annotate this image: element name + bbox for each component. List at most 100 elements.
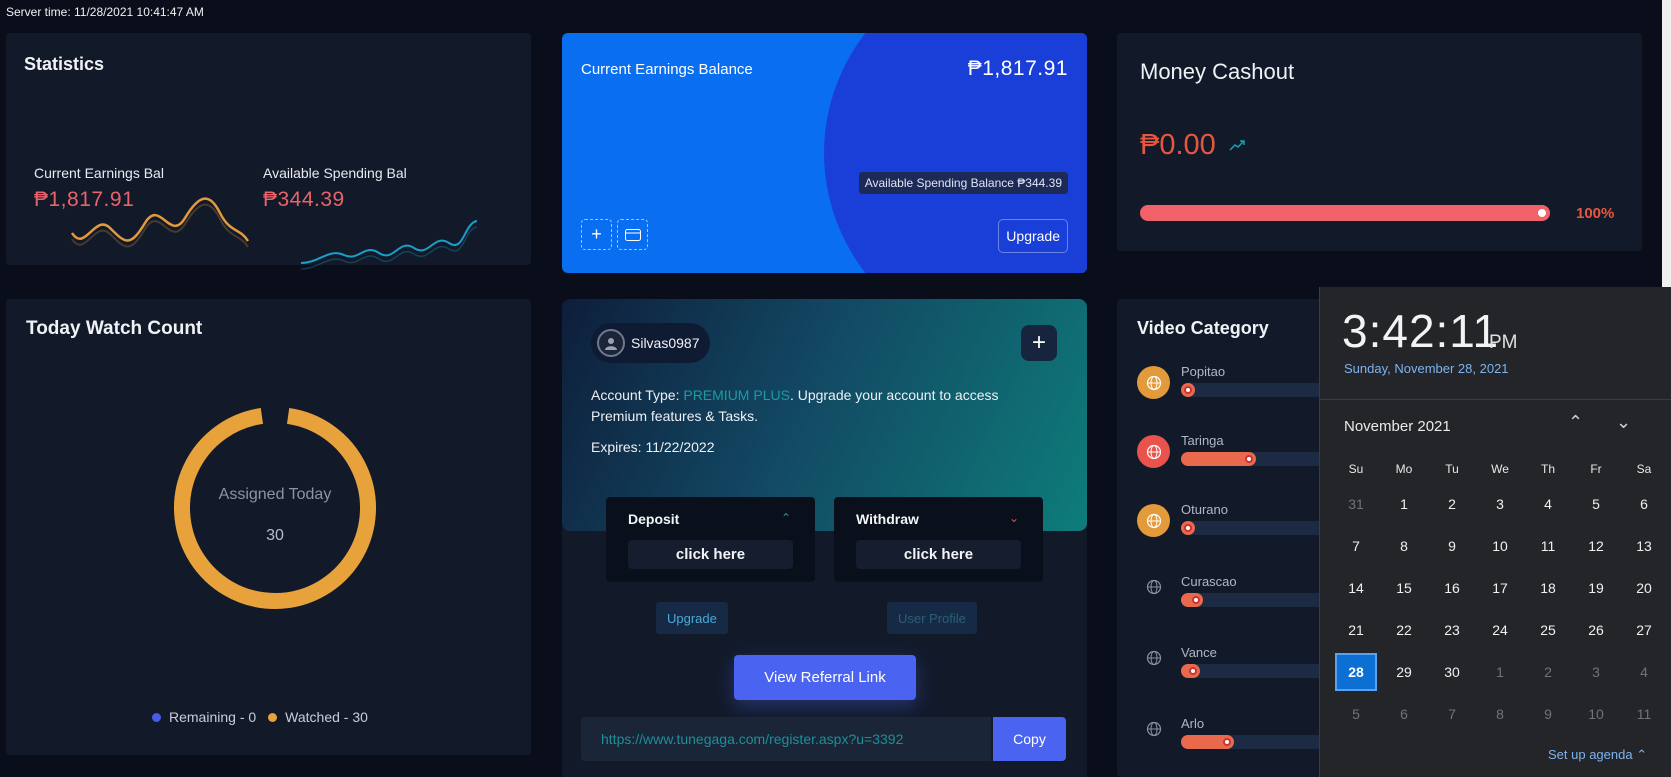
upgrade-button[interactable]: Upgrade: [998, 219, 1068, 253]
calendar-day[interactable]: 2: [1524, 651, 1572, 693]
account-type-prefix: Account Type:: [591, 387, 684, 403]
next-month-button[interactable]: ⌄: [1616, 412, 1631, 433]
video-category-name: Vance: [1181, 645, 1217, 660]
deposit-button[interactable]: click here: [628, 540, 793, 569]
calendar-day[interactable]: 31: [1332, 483, 1380, 525]
calendar-day-number: 8: [1496, 706, 1504, 722]
calendar-day-number: 19: [1588, 580, 1604, 596]
calendar-day[interactable]: 9: [1524, 693, 1572, 735]
remaining-dot: [152, 712, 161, 722]
user-profile-link[interactable]: User Profile: [887, 602, 977, 634]
calendar-day[interactable]: 4: [1524, 483, 1572, 525]
cashout-value: ₱0.00: [1140, 129, 1216, 161]
calendar-day[interactable]: 11: [1620, 693, 1668, 735]
calendar-day[interactable]: 6: [1620, 483, 1668, 525]
calendar-day[interactable]: 10: [1476, 525, 1524, 567]
legend-remaining-label: Remaining - 0: [169, 709, 257, 725]
calendar-day-number: 22: [1396, 622, 1412, 638]
calendar-day[interactable]: 1: [1476, 651, 1524, 693]
donut-center-label: Assigned Today: [218, 486, 332, 503]
money-cashout-card: Money Cashout ₱0.00 100%: [1117, 33, 1642, 251]
clock-date-link[interactable]: Sunday, November 28, 2021: [1344, 361, 1509, 376]
add-funds-button[interactable]: +: [581, 219, 612, 250]
user-chip[interactable]: Silvas0987: [591, 323, 710, 363]
legend-watched-label: Watched - 30: [285, 709, 368, 725]
set-up-agenda-link[interactable]: Set up agenda ⌃: [1548, 747, 1647, 763]
clock-time: 3:42:11: [1342, 305, 1500, 357]
weekday-header: Su: [1348, 462, 1364, 476]
calendar-day[interactable]: 10: [1572, 693, 1620, 735]
calendar-day[interactable]: 14: [1332, 567, 1380, 609]
chevron-up-icon: ⌃: [1568, 412, 1584, 432]
legend-remaining[interactable]: Remaining - 0: [152, 709, 256, 725]
calendar-day[interactable]: 2: [1428, 483, 1476, 525]
calendar-day-number: 31: [1348, 496, 1364, 512]
calendar-day[interactable]: 4: [1620, 651, 1668, 693]
calendar-day[interactable]: 6: [1380, 693, 1428, 735]
calendar-day-number: 7: [1352, 538, 1360, 554]
add-button[interactable]: +: [1021, 325, 1057, 361]
copy-button[interactable]: Copy: [993, 717, 1066, 761]
calendar-day[interactable]: 29: [1380, 651, 1428, 693]
calendar-day[interactable]: 5: [1572, 483, 1620, 525]
calendar-day[interactable]: 18: [1524, 567, 1572, 609]
calendar-day[interactable]: 7: [1428, 693, 1476, 735]
calendar-day[interactable]: 8: [1476, 693, 1524, 735]
donut-center-value: 30: [266, 527, 284, 544]
calendar-day[interactable]: 19: [1572, 567, 1620, 609]
page-scrollbar[interactable]: [1662, 0, 1671, 287]
calendar-day-number: 3: [1592, 664, 1600, 680]
calendar-day[interactable]: 21: [1332, 609, 1380, 651]
today-watch-count-card: Today Watch Count Assigned Today 30 Rema…: [6, 299, 531, 755]
calendar-day-number: 29: [1396, 664, 1412, 680]
spending-stat-label: Available Spending Bal: [263, 165, 407, 181]
withdraw-title: Withdraw: [856, 511, 919, 527]
calendar-day[interactable]: 11: [1524, 525, 1572, 567]
calendar-day[interactable]: 1: [1380, 483, 1428, 525]
calendar-day[interactable]: 17: [1476, 567, 1524, 609]
calendar-day-today[interactable]: 28: [1332, 651, 1380, 693]
upgrade-link[interactable]: Upgrade: [656, 602, 728, 634]
video-category-progress-fill: [1181, 593, 1204, 607]
calendar-day[interactable]: 12: [1572, 525, 1620, 567]
calendar-day[interactable]: 5: [1332, 693, 1380, 735]
watch-count-title: Today Watch Count: [26, 318, 203, 339]
username: Silvas0987: [631, 335, 700, 351]
calendar-day[interactable]: 27: [1620, 609, 1668, 651]
calendar-day-number: 15: [1396, 580, 1412, 596]
calendar-day[interactable]: 23: [1428, 609, 1476, 651]
account-type-text: Account Type: PREMIUM PLUS. Upgrade your…: [591, 385, 1031, 427]
calendar-month-label[interactable]: November 2021: [1344, 418, 1451, 435]
previous-month-button[interactable]: ⌃: [1568, 412, 1583, 433]
calendar-day-number: 1: [1400, 496, 1408, 512]
calendar-day[interactable]: 15: [1380, 567, 1428, 609]
calendar-day[interactable]: 30: [1428, 651, 1476, 693]
calendar-day[interactable]: 9: [1428, 525, 1476, 567]
video-category-progress-fill: [1181, 521, 1196, 535]
calendar-day-number: 18: [1540, 580, 1556, 596]
calendar-day[interactable]: 22: [1380, 609, 1428, 651]
calendar-day-number: 5: [1352, 706, 1360, 722]
view-referral-link-button[interactable]: View Referral Link: [734, 655, 916, 700]
calendar-flyout: 3:42:11 PM Sunday, November 28, 2021 Nov…: [1319, 287, 1671, 777]
calendar-day[interactable]: 7: [1332, 525, 1380, 567]
card-button[interactable]: [617, 219, 648, 250]
avatar: [597, 329, 625, 357]
legend-watched[interactable]: Watched - 30: [268, 709, 368, 725]
weekday-header: Fr: [1590, 462, 1602, 476]
withdraw-button[interactable]: click here: [856, 540, 1021, 569]
video-category-name: Curascao: [1181, 574, 1237, 589]
watch-donut-chart: [174, 408, 376, 609]
calendar-day[interactable]: 3: [1572, 651, 1620, 693]
calendar-day[interactable]: 16: [1428, 567, 1476, 609]
calendar-day[interactable]: 24: [1476, 609, 1524, 651]
calendar-day[interactable]: 13: [1620, 525, 1668, 567]
calendar-day[interactable]: 20: [1620, 567, 1668, 609]
cashout-progress-bar: [1140, 205, 1550, 221]
calendar-day[interactable]: 8: [1380, 525, 1428, 567]
calendar-day[interactable]: 25: [1524, 609, 1572, 651]
calendar-day[interactable]: 26: [1572, 609, 1620, 651]
referral-url-field[interactable]: https://www.tunegaga.com/register.aspx?u…: [581, 717, 991, 761]
calendar-day[interactable]: 3: [1476, 483, 1524, 525]
set-up-agenda-label: Set up agenda: [1548, 747, 1633, 762]
